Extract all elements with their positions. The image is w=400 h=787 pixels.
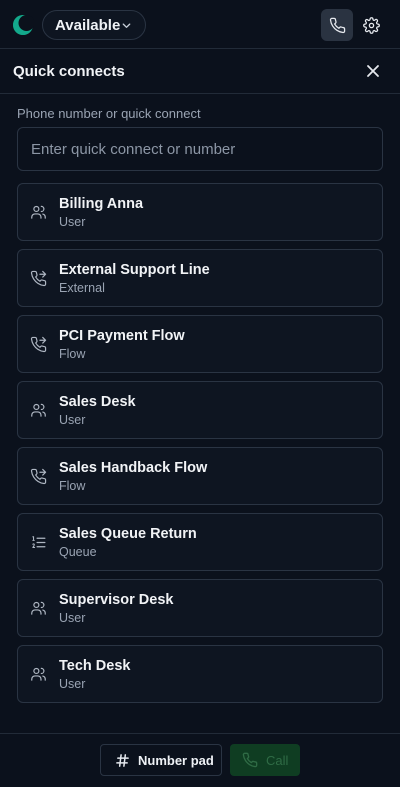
call-button[interactable]: Call [230,744,300,776]
quick-connect-name: PCI Payment Flow [59,328,185,344]
quick-connect-type: User [59,611,86,625]
chevron-down-icon [122,23,131,28]
quick-connect-item[interactable]: Supervisor Desk User [17,579,383,637]
phone-forward-icon [30,270,47,287]
quick-connect-item[interactable]: Tech Desk User [17,645,383,703]
hash-icon [116,754,129,767]
quick-connect-search-input[interactable] [17,127,383,171]
app-window: Available Quick connects Phone number or… [0,0,400,787]
quick-connect-type: Queue [59,545,97,559]
users-icon [31,601,46,615]
panel-header: Quick connects [0,49,400,94]
quick-connect-item[interactable]: Billing Anna User [17,183,383,241]
quick-connect-type: User [59,677,86,691]
quick-connect-name: Sales Desk [59,394,136,410]
quick-connect-name: Billing Anna [59,196,144,212]
panel-title: Quick connects [13,63,125,80]
quick-connect-name: Sales Handback Flow [59,460,208,476]
quick-connect-list: Billing Anna User External Support Line Ext… [17,183,383,711]
quick-connect-type: User [59,215,86,229]
app-logo [13,15,34,35]
quick-connect-type: User [59,413,86,427]
phone-tab-button[interactable] [321,9,353,41]
number-pad-label: Number pad [138,753,214,768]
quick-connect-item[interactable]: Sales Queue Return Queue [17,513,383,571]
users-icon [31,667,46,681]
quick-connect-item[interactable]: External Support Line External [17,249,383,307]
gear-icon [362,16,380,34]
availability-status-button[interactable]: Available [42,10,146,40]
users-icon [31,205,46,219]
list-ordered-icon [32,536,46,548]
phone-forward-icon [30,336,47,353]
call-label: Call [266,753,289,768]
quick-connect-item[interactable]: PCI Payment Flow Flow [17,315,383,373]
phone-forward-icon [30,468,47,485]
settings-button[interactable] [360,14,382,36]
phone-icon [242,752,258,768]
quick-connect-name: Sales Queue Return [59,526,197,542]
quick-connect-type: Flow [59,347,86,361]
availability-status-label: Available [55,16,121,34]
quick-connect-type: External [59,281,105,295]
users-icon [31,403,46,417]
top-bar: Available [0,0,400,49]
quick-connect-name: External Support Line [59,262,210,278]
quick-connect-item[interactable]: Sales Handback Flow Flow [17,447,383,505]
quick-connect-name: Supervisor Desk [59,592,174,608]
quick-connect-name: Tech Desk [59,658,131,674]
quick-connect-type: Flow [59,479,86,493]
number-pad-button[interactable]: Number pad [100,744,222,776]
quick-connect-item[interactable]: Sales Desk User [17,381,383,439]
close-icon[interactable] [364,62,382,80]
phone-icon [329,17,345,33]
search-field-label: Phone number or quick connect [17,106,201,121]
